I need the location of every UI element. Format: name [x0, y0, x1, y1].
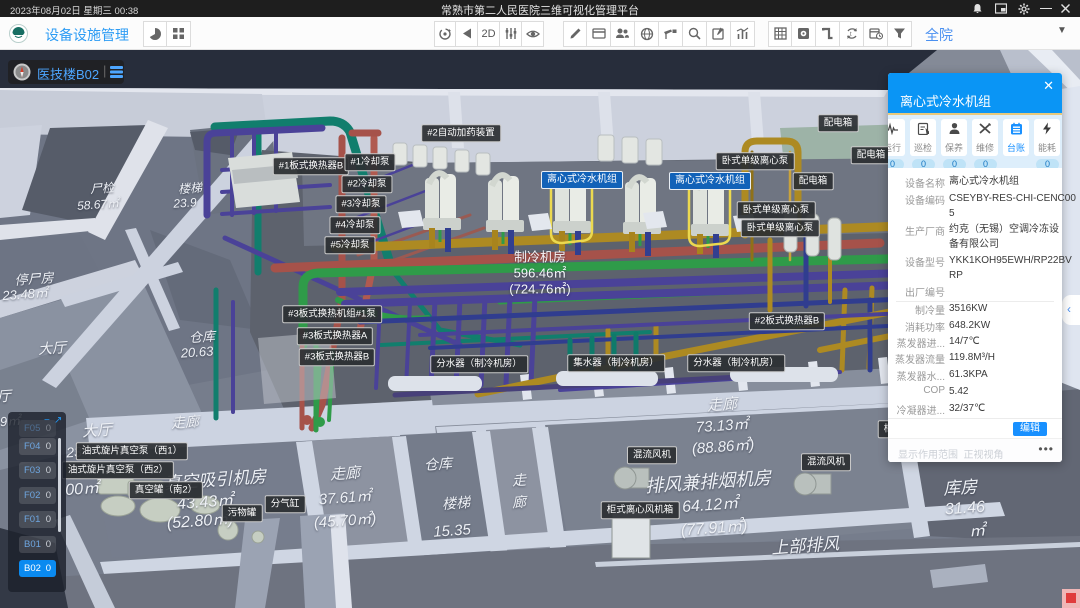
svg-text:t: t: [850, 32, 852, 38]
